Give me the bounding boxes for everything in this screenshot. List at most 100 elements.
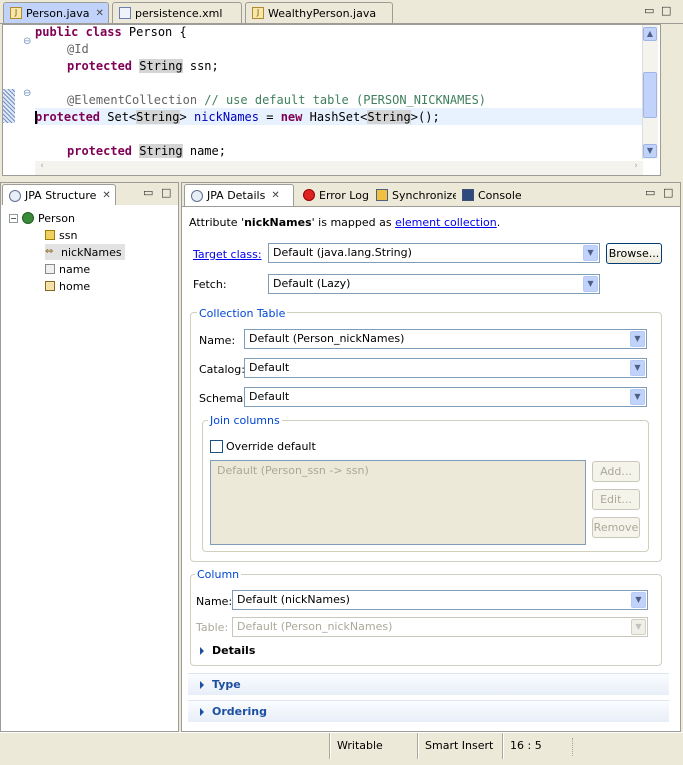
target-class-combo[interactable]: Default (java.lang.String) ▼ bbox=[268, 243, 600, 263]
tree-item-ssn[interactable]: ssn bbox=[45, 227, 77, 243]
code-line: protected Set<String> nickNames = new Ha… bbox=[35, 110, 440, 124]
element-collection-icon: ⇔ bbox=[45, 246, 54, 257]
tree-label: name bbox=[59, 262, 91, 276]
tab-label: Person.java bbox=[26, 6, 90, 20]
xml-file-icon bbox=[119, 7, 131, 19]
maximize-icon[interactable]: □ bbox=[663, 186, 673, 199]
chevron-down-icon[interactable]: ▼ bbox=[583, 245, 598, 261]
tree-label: ssn bbox=[59, 228, 78, 242]
tab-synchronize[interactable]: Synchronize bbox=[370, 184, 459, 206]
minimize-icon[interactable]: ▭ bbox=[645, 186, 655, 199]
text-cursor bbox=[35, 111, 37, 124]
tab-label: persistence.xml bbox=[135, 6, 223, 20]
horizontal-scrollbar[interactable]: ‹ › bbox=[35, 161, 643, 175]
status-writable: Writable bbox=[337, 739, 383, 752]
override-default-label: Override default bbox=[226, 440, 316, 453]
tab-label: JPA Structure bbox=[25, 189, 97, 202]
chevron-down-icon[interactable]: ▼ bbox=[630, 389, 645, 405]
status-insert-mode: Smart Insert bbox=[425, 739, 494, 752]
close-icon[interactable]: ✕ bbox=[96, 8, 104, 19]
tab-console[interactable]: Console bbox=[456, 184, 522, 206]
join-columns-list[interactable]: Default (Person_ssn -> ssn) bbox=[210, 460, 586, 545]
minimize-icon[interactable]: ▭ bbox=[644, 4, 654, 17]
tab-jpa-details[interactable]: JPA Details ✕ bbox=[184, 184, 294, 206]
join-columns-title: Join columns bbox=[208, 414, 282, 427]
tab-jpa-structure[interactable]: JPA Structure ✕ bbox=[2, 184, 116, 206]
ct-catalog-label: Catalog: bbox=[199, 363, 245, 376]
tree-item-name[interactable]: name bbox=[45, 261, 90, 277]
tab-label: Error Log bbox=[319, 188, 369, 202]
element-collection-link[interactable]: element collection bbox=[395, 216, 497, 229]
maximize-icon[interactable]: □ bbox=[661, 4, 671, 17]
browse-button[interactable]: Browse... bbox=[606, 243, 662, 264]
java-file-icon: J bbox=[10, 7, 22, 19]
ct-catalog-combo[interactable]: Default ▼ bbox=[244, 358, 647, 378]
add-button[interactable]: Add... bbox=[592, 461, 640, 482]
status-cursor-position: 16 : 5 bbox=[510, 739, 542, 752]
tab-label: Console bbox=[478, 188, 522, 202]
fold-icon[interactable]: ⊖ bbox=[23, 88, 31, 99]
scroll-down-icon[interactable]: ▼ bbox=[643, 144, 657, 158]
scroll-right-icon[interactable]: › bbox=[629, 161, 643, 175]
chevron-down-icon[interactable]: ▼ bbox=[630, 360, 645, 376]
target-class-link[interactable]: Target class: bbox=[193, 248, 262, 261]
tree-item-nicknames[interactable]: ⇔ nickNames bbox=[45, 244, 125, 260]
ct-schema-label: Schema: bbox=[199, 392, 247, 405]
tab-persistence-xml[interactable]: persistence.xml bbox=[112, 2, 242, 23]
mapping-description: Attribute 'nickNames' is mapped as eleme… bbox=[189, 216, 501, 229]
structure-tree: − Person ssn ⇔ nickNames name home bbox=[1, 205, 178, 731]
fetch-combo[interactable]: Default (Lazy) ▼ bbox=[268, 274, 600, 294]
combo-value: Default (Person_nickNames) bbox=[237, 620, 393, 633]
combo-value: Default (java.lang.String) bbox=[273, 246, 412, 259]
expand-icon bbox=[200, 646, 204, 655]
tree-item-home[interactable]: home bbox=[45, 278, 90, 294]
combo-value: Default bbox=[249, 390, 290, 403]
details-expander[interactable]: Details bbox=[200, 644, 255, 657]
chevron-down-icon[interactable]: ▼ bbox=[631, 619, 646, 635]
status-separator bbox=[417, 733, 419, 759]
chevron-down-icon[interactable]: ▼ bbox=[630, 331, 645, 347]
console-icon bbox=[462, 189, 474, 201]
combo-value: Default bbox=[249, 361, 290, 374]
edit-button[interactable]: Edit... bbox=[592, 489, 640, 510]
tab-label: WealthyPerson.java bbox=[268, 6, 377, 20]
status-separator bbox=[502, 733, 504, 759]
list-item: Default (Person_ssn -> ssn) bbox=[217, 464, 369, 477]
close-icon[interactable]: ✕ bbox=[102, 190, 110, 201]
status-separator bbox=[329, 733, 331, 759]
ct-name-combo[interactable]: Default (Person_nickNames) ▼ bbox=[244, 329, 647, 349]
code-line: protected String ssn; bbox=[67, 59, 219, 73]
minimize-icon[interactable]: ▭ bbox=[143, 186, 153, 199]
column-table-combo[interactable]: Default (Person_nickNames) ▼ bbox=[232, 617, 648, 637]
tab-person-java[interactable]: J Person.java ✕ bbox=[3, 2, 109, 23]
ct-name-label: Name: bbox=[199, 334, 236, 347]
code-editor[interactable]: ⊖ ⊖ public class Person { @Id protected … bbox=[2, 24, 661, 176]
column-name-label: Name: bbox=[196, 595, 233, 608]
chevron-down-icon[interactable]: ▼ bbox=[583, 276, 598, 292]
tab-label: JPA Details bbox=[207, 189, 266, 202]
tab-error-log[interactable]: Error Log bbox=[297, 184, 369, 206]
override-default-checkbox[interactable] bbox=[210, 440, 223, 453]
column-name-combo[interactable]: Default (nickNames) ▼ bbox=[232, 590, 648, 610]
type-section[interactable]: Type bbox=[188, 673, 669, 695]
expand-icon bbox=[200, 680, 204, 689]
scroll-left-icon[interactable]: ‹ bbox=[35, 161, 49, 175]
details-content: Attribute 'nickNames' is mapped as eleme… bbox=[182, 206, 680, 731]
scroll-up-icon[interactable]: ▲ bbox=[643, 27, 657, 41]
code-line: @ElementCollection // use default table … bbox=[67, 93, 487, 107]
jpa-details-icon bbox=[191, 189, 203, 202]
ct-schema-combo[interactable]: Default ▼ bbox=[244, 387, 647, 407]
tree-root-person[interactable]: − Person bbox=[9, 210, 75, 226]
entity-icon bbox=[22, 212, 34, 224]
tab-wealthy-person-java[interactable]: J WealthyPerson.java bbox=[245, 2, 393, 23]
ordering-section[interactable]: Ordering bbox=[188, 700, 669, 722]
collapse-icon[interactable]: − bbox=[9, 213, 18, 223]
maximize-icon[interactable]: □ bbox=[161, 186, 171, 199]
scroll-thumb[interactable] bbox=[643, 72, 657, 118]
basic-field-icon bbox=[45, 264, 55, 274]
id-field-icon bbox=[45, 230, 55, 240]
close-icon[interactable]: ✕ bbox=[271, 190, 279, 201]
chevron-down-icon[interactable]: ▼ bbox=[631, 592, 646, 608]
fold-icon[interactable]: ⊖ bbox=[23, 36, 31, 47]
remove-button[interactable]: Remove bbox=[592, 517, 640, 538]
